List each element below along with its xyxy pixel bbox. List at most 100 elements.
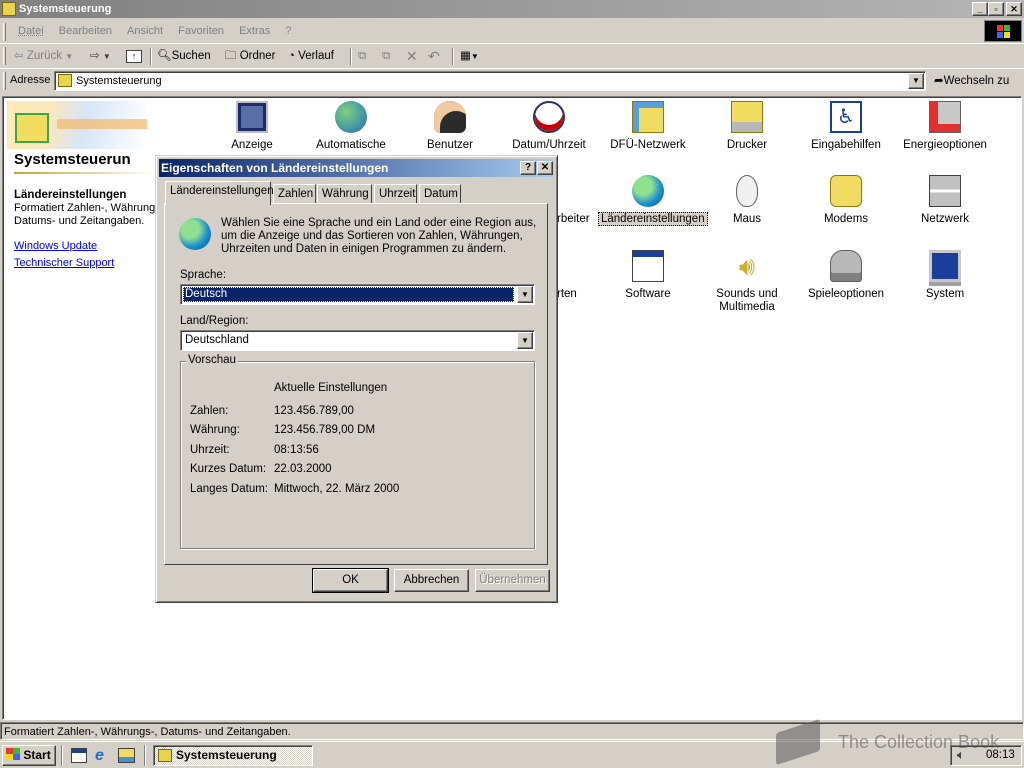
icon-energieoptionen[interactable]: Energieoptionen	[895, 101, 995, 152]
power-icon	[929, 101, 961, 133]
maximize-button[interactable]: ▫	[988, 2, 1004, 16]
region-select[interactable]: Deutschland ▼	[180, 330, 535, 351]
region-value: Deutschland	[185, 334, 249, 346]
preview-label: Vorschau	[186, 354, 238, 366]
tab-wahrung[interactable]: Währung	[317, 184, 372, 204]
icon-spieleoptionen[interactable]: Spieleoptionen	[796, 250, 896, 301]
preview-value-short-date: 22.03.2000	[274, 463, 332, 475]
close-button[interactable]: ✕	[1006, 2, 1022, 16]
cancel-button[interactable]: Abbrechen	[394, 569, 469, 592]
intro-text: Wählen Sie eine Sprache und ein Land ode…	[221, 217, 537, 255]
software-icon	[632, 250, 664, 282]
address-field[interactable]: Systemsteuerung ▼	[54, 71, 926, 91]
preview-value-time: 08:13:56	[274, 444, 319, 456]
book-icon	[776, 718, 820, 766]
windows-update-link[interactable]: Windows Update	[14, 240, 97, 252]
icon-system[interactable]: System	[895, 250, 995, 301]
icon-anzeige[interactable]: Anzeige	[202, 101, 302, 152]
tab-zahlen[interactable]: Zahlen	[273, 184, 316, 204]
window-title-bar[interactable]: Systemsteuerung	[0, 0, 1024, 18]
icon-modems[interactable]: Modems	[796, 175, 896, 226]
accessibility-icon: ♿︎	[830, 101, 862, 133]
technical-support-link[interactable]: Technischer Support	[14, 257, 114, 269]
folders-icon: 🗀	[225, 50, 237, 62]
apply-button[interactable]: Übernehmen	[475, 569, 550, 592]
start-button[interactable]: Start	[2, 745, 56, 766]
outlook-express-icon[interactable]	[118, 748, 135, 763]
search-icon: 🔍︎	[157, 50, 172, 62]
standard-toolbar	[0, 44, 1024, 68]
icon-drucker[interactable]: Drucker	[697, 101, 797, 152]
up-folder-button[interactable]: ↑	[126, 47, 142, 65]
tab-page: Wählen Sie eine Sprache und ein Land ode…	[164, 203, 548, 565]
preview-value-numbers: 123.456.789,00	[274, 405, 354, 417]
icon-automatische-updates[interactable]: Automatische	[301, 101, 401, 152]
icon-dfu-netzwerk[interactable]: DFÜ-Netzwerk	[598, 101, 698, 152]
joystick-icon	[830, 250, 862, 282]
folders-button[interactable]: 🗀 Ordner	[225, 47, 276, 65]
globe-update-icon	[335, 101, 367, 133]
windows-logo	[984, 20, 1022, 42]
dialog-title: Eigenschaften von Ländereinstellungen	[161, 161, 389, 175]
search-button[interactable]: 🔍︎Suchen	[157, 47, 211, 65]
minimize-button[interactable]: _	[972, 2, 988, 16]
dialog-close-button[interactable]: ✕	[537, 161, 553, 175]
help-button[interactable]: ?	[520, 161, 536, 175]
delete-button[interactable]: ✕	[406, 47, 418, 65]
menu-view[interactable]: Ansicht	[121, 20, 169, 42]
tab-landereinstellungen[interactable]: Ländereinstellungen	[165, 181, 274, 205]
icon-sounds-und-multimedia[interactable]: 🔊︎ Sounds und Multimedia	[697, 250, 797, 314]
views-button[interactable]: ▦▼	[460, 47, 479, 65]
selected-item-description: Formatiert Zahlen-, Währung Datums- und …	[14, 202, 156, 227]
ok-button[interactable]: OK	[312, 568, 389, 593]
go-arrow-icon: ➦	[934, 75, 944, 87]
icon-netzwerk[interactable]: Netzwerk	[895, 175, 995, 226]
forward-arrow-icon: ⇨	[90, 50, 100, 62]
address-dropdown-button[interactable]: ▼	[908, 73, 924, 89]
language-select[interactable]: Deutsch ▼	[180, 284, 535, 305]
computer-icon	[929, 250, 961, 282]
copy-to-button[interactable]: ⧉	[382, 47, 390, 65]
menu-help[interactable]: ?	[279, 20, 297, 42]
printer-icon	[731, 101, 763, 133]
tab-datum[interactable]: Datum	[419, 184, 461, 204]
show-desktop-icon[interactable]	[71, 748, 87, 763]
icon-maus[interactable]: Maus	[697, 175, 797, 226]
menu-tools[interactable]: Extras	[233, 20, 276, 42]
chevron-down-icon: ▼	[65, 52, 74, 61]
icon-datum-uhrzeit[interactable]: Datum/Uhrzeit	[499, 101, 599, 152]
history-button[interactable]: ◔ Verlauf	[288, 47, 334, 65]
history-icon: ◔	[288, 50, 295, 62]
control-panel-folder-icon	[158, 749, 172, 762]
internet-explorer-icon[interactable]: e	[95, 747, 112, 764]
menu-favorites[interactable]: Favoriten	[172, 20, 230, 42]
icon-landereinstellungen[interactable]: Ländereinstellungen	[598, 175, 708, 226]
window-app-icon[interactable]	[2, 2, 16, 16]
control-panel-folder-icon	[58, 74, 72, 87]
move-to-button[interactable]: ⧉	[358, 47, 366, 65]
back-button[interactable]: ⇦ Zurück ▼	[14, 47, 73, 65]
watermark: The Collection Book	[772, 718, 1022, 766]
undo-icon: ↶	[428, 48, 440, 64]
task-button-systemsteuerung[interactable]: Systemsteuerung	[153, 745, 313, 766]
menu-edit[interactable]: Bearbeiten	[53, 20, 118, 42]
chevron-down-icon[interactable]: ▼	[517, 332, 533, 349]
go-button[interactable]: ➦Wechseln zu	[934, 73, 1009, 89]
preview-value-currency: 123.456.789,00 DM	[274, 424, 376, 436]
delete-x-icon: ✕	[406, 48, 418, 64]
icon-software[interactable]: Software	[598, 250, 698, 301]
menu-file[interactable]: Datei	[12, 20, 50, 42]
tab-uhrzeit[interactable]: Uhrzeit	[374, 184, 417, 204]
forward-button[interactable]: ⇨ ▼	[90, 47, 111, 65]
undo-button[interactable]: ↶	[428, 47, 440, 65]
icon-eingabehilfen[interactable]: ♿︎ Eingabehilfen	[796, 101, 896, 152]
regional-settings-dialog: Eigenschaften von Ländereinstellungen ? …	[155, 155, 558, 603]
icon-benutzer[interactable]: Benutzer	[400, 101, 500, 152]
modem-icon	[830, 175, 862, 207]
chevron-down-icon[interactable]: ▼	[517, 286, 533, 303]
chevron-down-icon: ▼	[470, 52, 479, 61]
up-folder-icon: ↑	[126, 50, 142, 63]
dialog-title-bar[interactable]: Eigenschaften von Ländereinstellungen	[159, 159, 554, 177]
address-label: Adresse	[10, 74, 51, 86]
preview-label-time: Uhrzeit:	[190, 444, 230, 456]
